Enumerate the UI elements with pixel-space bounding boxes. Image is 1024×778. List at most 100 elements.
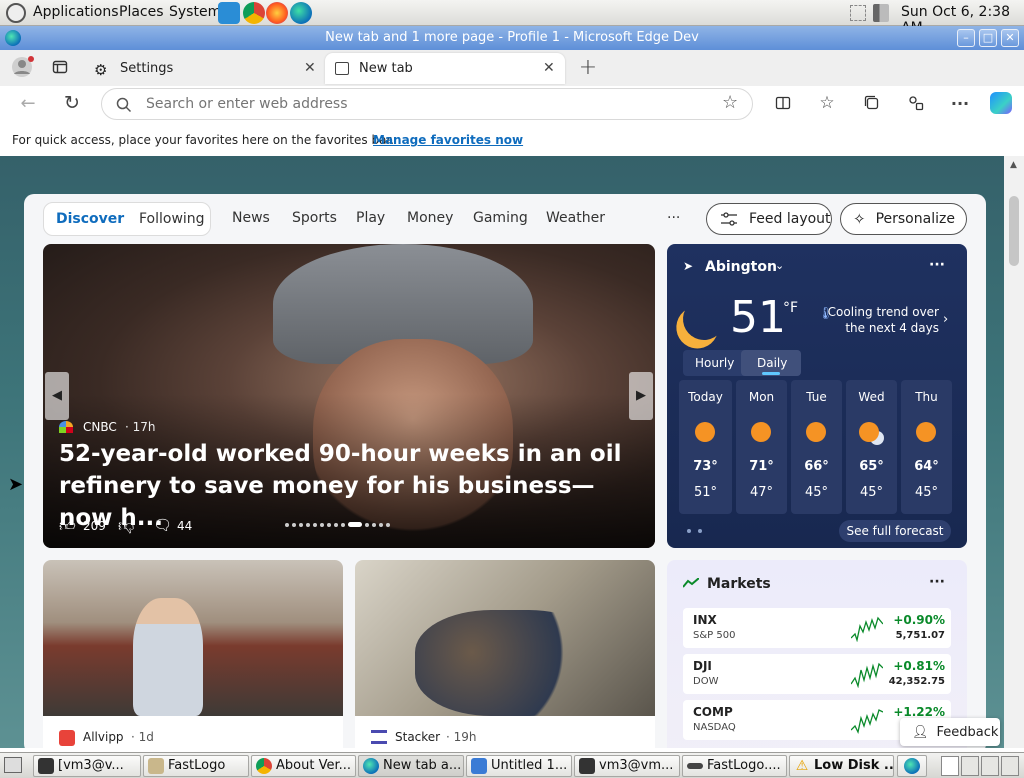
window-title-bar[interactable]: New tab and 1 more page - Profile 1 - Mi… [0,26,1024,50]
workspace-3[interactable] [981,756,999,776]
page-dot[interactable] [698,529,702,533]
personalize-button[interactable]: ✧ Personalize [840,203,967,235]
feedback-label: Feedback [936,724,999,740]
more-menu-icon[interactable]: ··· [948,91,972,115]
firefox-launcher-icon[interactable] [266,2,288,24]
tab-settings[interactable]: ⚙ Settings ✕ [84,53,324,84]
weather-location[interactable]: Abington [705,259,777,275]
nav-play[interactable]: Play [356,210,385,226]
taskbar-item-fastlogo[interactable]: FastLogo.... [682,755,787,777]
network-icon[interactable] [850,5,866,21]
close-tab-icon[interactable]: ✕ [543,60,555,76]
tab-discover[interactable]: Discover [56,211,124,227]
taskbar-label: New tab a... [383,758,462,773]
edge-dev-launcher-icon[interactable] [290,2,312,24]
weather-more-icon[interactable]: ··· [929,257,945,273]
nav-news[interactable]: News [232,210,270,226]
chrome-launcher-icon[interactable] [243,2,265,24]
address-input[interactable] [146,94,706,114]
favorites-bar: For quick access, place your favorites h… [0,126,1024,156]
forecast-toggle: Hourly Daily [683,350,801,376]
tab-actions-icon[interactable] [48,55,72,79]
extensions-icon[interactable] [904,91,928,115]
workspace-1[interactable] [941,756,959,776]
manage-favorites-link[interactable]: Manage favorites now [373,133,523,147]
taskbar-item-edge[interactable]: New tab a... [358,755,464,777]
taskbar-item-chrome[interactable]: About Ver... [251,755,356,777]
hero-headline[interactable]: 52-year-old worked 90-hour weeks in an o… [59,438,639,534]
forecast-day-mon[interactable]: Mon 71° 47° [736,380,787,514]
workspace-4[interactable] [1001,756,1019,776]
taskbar-item-terminal-2[interactable]: vm3@vm... [574,755,680,777]
tab-daily[interactable]: Daily [757,356,787,370]
nav-more[interactable]: ··· [667,210,680,226]
vscode-launcher-icon[interactable] [218,2,240,24]
carousel-dots[interactable] [285,522,390,527]
hero-prev-arrow-icon[interactable]: ◀ [45,372,69,420]
gnome-foot-icon [6,3,26,23]
scrollbar[interactable]: ▲ [1004,156,1024,748]
applications-menu[interactable]: Applications [33,4,119,20]
feedback-button[interactable]: 👤︎ Feedback [900,718,1000,746]
taskbar-item-low-disk[interactable]: ⚠ Low Disk ... [789,755,894,777]
hero-story-card[interactable]: ◀ ▶ CNBC · 17h 52-year-old worked 90-hou… [43,244,655,548]
scrollbar-thumb[interactable] [1009,196,1019,266]
places-menu[interactable]: Places [119,4,164,20]
markets-more-icon[interactable]: ··· [929,574,945,590]
forecast-day-today[interactable]: Today 73° 51° [679,380,732,514]
hero-next-arrow-icon[interactable]: ▶ [629,372,653,420]
nav-gaming[interactable]: Gaming [473,210,528,226]
markets-title: Markets [707,576,771,592]
weather-trend[interactable]: Cooling trend over the next 4 days [827,304,939,336]
new-tab-plus-icon[interactable]: + [576,55,600,80]
nav-money[interactable]: Money [407,210,453,226]
scroll-up-icon[interactable]: ▲ [1010,160,1017,170]
feed-layout-button[interactable]: Feed layout [706,203,832,235]
feed-panel: Discover Following News Sports Play Mone… [24,194,986,748]
comment-icon[interactable]: 🗨︎ [153,516,172,534]
market-row-inx[interactable]: INX S&P 500 +0.90% 5,751.07 [683,608,951,648]
workspace-2[interactable] [961,756,979,776]
workspace-switcher[interactable] [941,756,1019,776]
thumbs-up-icon[interactable]: 👍︎ [59,516,76,536]
story-card[interactable]: Allvipp · 1d [43,560,343,748]
nav-sports[interactable]: Sports [292,210,337,226]
tab-new-tab[interactable]: New tab ✕ [325,53,565,84]
taskbar-item-terminal[interactable]: [vm3@v... [33,755,141,777]
forecast-day-wed[interactable]: Wed 65° 45° [846,380,897,514]
system-menu[interactable]: System [169,4,221,20]
favorite-star-icon[interactable]: ☆ [722,92,738,113]
taskbar-label: [vm3@v... [58,758,124,773]
back-arrow-icon[interactable]: ← [16,91,40,115]
nav-weather[interactable]: Weather [546,210,605,226]
taskbar-item-folder[interactable]: FastLogo [143,755,249,777]
weather-card[interactable]: ➤ Abington ⌄ ··· 51 °F 🌡︎ Cooling trend … [667,244,967,548]
split-screen-icon[interactable] [771,91,795,115]
tab-following[interactable]: Following [139,211,205,227]
forecast-day-thu[interactable]: Thu 64° 45° [901,380,952,514]
chevron-down-icon[interactable]: ⌄ [775,259,784,272]
forecast-day-tue[interactable]: Tue 66° 45° [791,380,842,514]
show-desktop-icon[interactable] [4,757,22,773]
see-full-forecast-button[interactable]: See full forecast [839,520,951,542]
favorites-icon[interactable]: ☆ [815,91,839,115]
close-window-icon[interactable]: ✕ [1001,29,1019,47]
thumbs-down-icon[interactable]: 👎︎ [118,516,134,536]
taskbar-item-document[interactable]: Untitled 1... [466,755,572,777]
story-card[interactable]: Stacker · 19h [355,560,655,748]
close-tab-icon[interactable]: ✕ [304,60,316,76]
minimize-icon[interactable]: – [957,29,975,47]
taskbar-label: FastLogo [168,758,226,773]
collections-icon[interactable] [860,91,884,115]
tab-hourly[interactable]: Hourly [695,356,734,370]
page-dot[interactable] [687,529,691,533]
copilot-icon[interactable] [989,91,1013,115]
refresh-icon[interactable]: ↻ [60,91,84,115]
taskbar-item-edge-2[interactable] [897,755,927,777]
address-bar[interactable]: ☆ [101,88,753,120]
chevron-right-icon[interactable]: › [943,312,948,327]
market-row-dji[interactable]: DJI DOW +0.81% 42,352.75 [683,654,951,694]
volume-icon[interactable] [873,4,889,22]
maximize-icon[interactable]: □ [979,29,997,47]
sparkline-icon [851,616,883,642]
